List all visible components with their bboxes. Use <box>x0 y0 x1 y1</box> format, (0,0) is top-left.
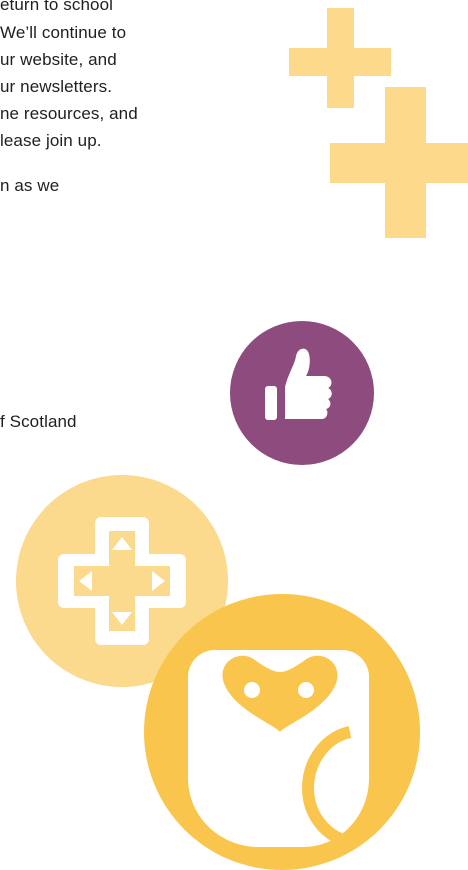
thumbs-up-icon <box>230 321 374 465</box>
paragraph-line-2: We’ll continue to <box>0 23 127 42</box>
plus-icon <box>330 87 468 238</box>
paragraph-line-4: ur newsletters. <box>0 77 113 96</box>
paragraph-fragment-line: n as we <box>0 176 60 195</box>
paragraph-line-6: lease join up. <box>0 131 102 150</box>
paragraph-line-3: ur website, and <box>0 50 117 69</box>
paragraph-line-1: eturn to school <box>0 0 114 14</box>
paragraph-line-5: ne resources, and <box>0 104 138 123</box>
owl-icon <box>144 594 420 870</box>
footer-fragment-text: f Scotland <box>0 412 77 431</box>
